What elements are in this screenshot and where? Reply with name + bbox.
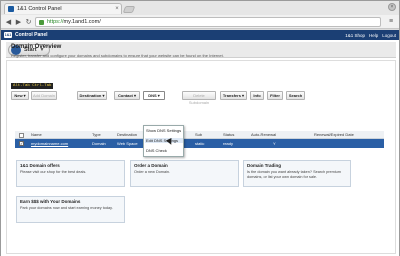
control-panel-header: 1&1 Control Panel 1&1 Shop Help Logout	[1, 30, 399, 40]
browser-tab[interactable]: 1&1 Control Panel ×	[4, 3, 122, 14]
card-title: Earn $$$ with Your Domains	[20, 199, 81, 204]
address-bar[interactable]: https://my.1and1.com/	[35, 17, 381, 27]
window-close-button[interactable]: ×	[388, 3, 396, 11]
page-description: Register, transfer and configure your do…	[11, 53, 224, 58]
reload-icon[interactable]: ↻	[24, 18, 33, 27]
tab-bar: 1&1 Control Panel × ×	[1, 1, 399, 15]
new-tab-button[interactable]	[122, 6, 136, 13]
search-button[interactable]: Search	[286, 91, 305, 100]
tab-close-icon[interactable]: ×	[113, 6, 121, 12]
content-panel	[6, 60, 396, 254]
filter-button[interactable]: Filter	[267, 91, 283, 100]
dns-dropdown-menu: Show DNS Settings Edit DNS Settings DNS …	[143, 125, 184, 157]
menu-item-show-dns[interactable]: Show DNS Settings	[146, 128, 181, 133]
card-text: Please visit our shop for the best deals…	[20, 170, 87, 174]
back-icon[interactable]: ◀	[4, 18, 13, 27]
cell-destination: Web Space	[117, 141, 138, 146]
add-domain-button[interactable]: Add Domain	[31, 91, 57, 100]
card-earn-money[interactable]: Earn $$$ with Your Domains Park your dom…	[16, 196, 125, 223]
domain-name-link[interactable]: mydomainname.com	[31, 141, 68, 146]
card-text: Is the domain you want already taken? Se…	[247, 170, 341, 179]
table-row[interactable]: ✓ mydomainname.com Domain Web Space stat…	[15, 139, 384, 148]
card-order-domain[interactable]: Order a Domain Order a new Domain.	[130, 160, 239, 187]
card-domain-offers[interactable]: 1&1 Domain offers Please visit our shop …	[16, 160, 125, 187]
col-status[interactable]: Status	[223, 132, 234, 137]
select-all-checkbox[interactable]	[19, 133, 24, 138]
card-title: Domain Trading	[247, 163, 282, 168]
logo[interactable]: 1&1	[4, 32, 12, 38]
new-button[interactable]: New ▾	[11, 91, 29, 100]
col-sub[interactable]: Sub	[195, 132, 202, 137]
logout-link[interactable]: Logout	[382, 33, 396, 38]
control-panel-title: Control Panel	[15, 32, 48, 38]
menu-item-edit-dns[interactable]: Edit DNS Settings	[145, 138, 183, 143]
forward-icon[interactable]: ▶	[14, 18, 23, 27]
cell-type: Domain	[92, 141, 106, 146]
col-renewal-date[interactable]: Renewal/Expired Date	[314, 132, 354, 137]
col-type[interactable]: Type	[92, 132, 101, 137]
help-link[interactable]: Help	[369, 33, 378, 38]
domain-toolbar: Alt-Tab Ctrl-Tab New ▾ Add Domain Destin…	[11, 83, 391, 105]
row-checkbox[interactable]: ✓	[19, 141, 24, 146]
shortcut-hint: Alt-Tab Ctrl-Tab	[11, 83, 54, 89]
favicon-icon	[8, 6, 14, 12]
cell-sub: static	[195, 141, 205, 146]
page-title: Domain Overview	[11, 44, 62, 50]
shop-link[interactable]: 1&1 Shop	[345, 33, 365, 38]
browser-toolbar: ◀ ▶ ↻ https://my.1and1.com/ ≡	[1, 15, 399, 29]
menu-item-dns-check[interactable]: DNS Check	[146, 148, 167, 153]
card-title: 1&1 Domain offers	[20, 163, 60, 168]
destination-button[interactable]: Destination ▾	[77, 91, 107, 100]
info-button[interactable]: Info	[250, 91, 264, 100]
table-header: Name Type Destination Sub Status Auto-Re…	[15, 131, 384, 139]
col-name[interactable]: Name	[31, 132, 42, 137]
tab-title: 1&1 Control Panel	[17, 6, 62, 12]
transfers-button[interactable]: Transfers ▾	[220, 91, 247, 100]
card-title: Order a Domain	[134, 163, 168, 168]
menu-icon[interactable]: ≡	[387, 18, 395, 26]
delete-subdomain-button[interactable]: Delete Subdomain	[182, 91, 216, 105]
col-destination[interactable]: Destination	[117, 132, 137, 137]
card-text: Park your domains now and start earning …	[20, 206, 113, 210]
col-auto-renewal[interactable]: Auto-Renewal	[251, 132, 276, 137]
contact-button[interactable]: Contact ▾	[114, 91, 140, 100]
lock-icon	[39, 19, 44, 25]
card-domain-trading[interactable]: Domain Trading Is the domain you want al…	[243, 160, 351, 187]
cell-status: ready	[223, 141, 234, 146]
cell-auto-renewal: Y	[273, 141, 276, 146]
card-text: Order a new Domain.	[134, 170, 171, 174]
url-text: https://my.1and1.com/	[47, 19, 101, 25]
dns-button[interactable]: DNS ▾	[143, 91, 165, 100]
